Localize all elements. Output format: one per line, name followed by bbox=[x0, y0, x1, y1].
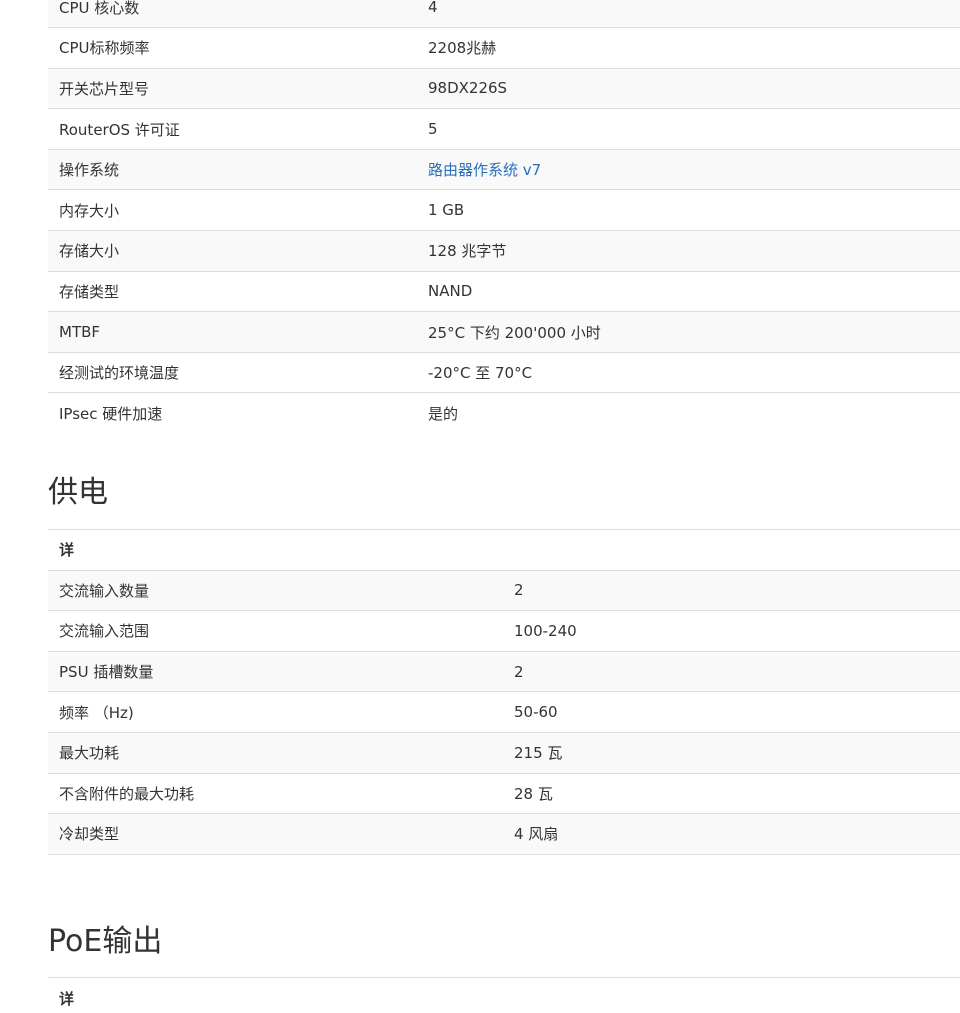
column-header: 详 bbox=[48, 977, 960, 1013]
table-row: 内存大小 1 GB bbox=[48, 189, 960, 232]
spec-label: 频率 （Hz) bbox=[48, 691, 504, 733]
spec-value: 100-240 bbox=[504, 610, 960, 652]
poe-section-title: PoE输出 bbox=[48, 924, 163, 959]
spec-label: MTBF bbox=[48, 311, 418, 353]
spec-value: 1 GB bbox=[418, 189, 960, 232]
table-header-row: 详 bbox=[48, 977, 960, 1013]
spec-label: RouterOS 许可证 bbox=[48, 108, 418, 150]
spec-label: 存储类型 bbox=[48, 271, 418, 313]
table-row: 开关芯片型号 98DX226S bbox=[48, 68, 960, 110]
spec-value: 2 bbox=[504, 651, 960, 693]
spec-value: NAND bbox=[418, 271, 960, 313]
spec-value: 4 风扇 bbox=[504, 813, 960, 855]
column-header: 详 bbox=[48, 529, 960, 571]
spec-label: PSU 插槽数量 bbox=[48, 651, 504, 693]
power-section-title: 供电 bbox=[48, 475, 108, 510]
spec-value: 5 bbox=[418, 108, 960, 150]
spec-value: 是的 bbox=[418, 392, 960, 434]
table-row: RouterOS 许可证 5 bbox=[48, 108, 960, 150]
spec-value: 128 兆字节 bbox=[418, 230, 960, 272]
spec-label: 不含附件的最大功耗 bbox=[48, 773, 504, 815]
spec-label: 内存大小 bbox=[48, 189, 418, 232]
spec-value: 4 bbox=[418, 0, 960, 29]
table-row: 频率 （Hz) 50-60 bbox=[48, 691, 960, 733]
table-row: MTBF 25°C 下约 200'000 小时 bbox=[48, 311, 960, 353]
spec-value: 25°C 下约 200'000 小时 bbox=[418, 311, 960, 353]
table-row: 交流输入范围 100-240 bbox=[48, 610, 960, 652]
product-spec-page: { "specs": { "rows": [ {"label": "CPU 核心… bbox=[0, 0, 960, 1013]
spec-value: 2 bbox=[504, 570, 960, 612]
spec-label: 经测试的环境温度 bbox=[48, 352, 418, 394]
table-row: 不含附件的最大功耗 28 瓦 bbox=[48, 773, 960, 815]
spec-value: 2208兆赫 bbox=[418, 27, 960, 69]
spec-label: 最大功耗 bbox=[48, 732, 504, 774]
table-row: CPU 核心数 4 bbox=[48, 0, 960, 29]
spec-label: 操作系统 bbox=[48, 149, 418, 191]
spec-label: 交流输入范围 bbox=[48, 610, 504, 652]
spec-label: 交流输入数量 bbox=[48, 570, 504, 612]
spec-label: IPsec 硬件加速 bbox=[48, 392, 418, 434]
spec-label: CPU 核心数 bbox=[48, 0, 418, 29]
table-row: 交流输入数量 2 bbox=[48, 570, 960, 612]
spec-label: CPU标称频率 bbox=[48, 27, 418, 69]
table-row: 存储大小 128 兆字节 bbox=[48, 230, 960, 272]
spec-label: 开关芯片型号 bbox=[48, 68, 418, 110]
spec-label: 冷却类型 bbox=[48, 813, 504, 855]
table-row: 操作系统 路由器作系统 v7 bbox=[48, 149, 960, 191]
table-row: 最大功耗 215 瓦 bbox=[48, 732, 960, 774]
os-link[interactable]: 路由器作系统 v7 bbox=[428, 161, 541, 179]
spec-value: 98DX226S bbox=[418, 68, 960, 110]
table-row: CPU标称频率 2208兆赫 bbox=[48, 27, 960, 69]
table-row: PSU 插槽数量 2 bbox=[48, 651, 960, 693]
spec-value: -20°C 至 70°C bbox=[418, 352, 960, 394]
spec-label: 存储大小 bbox=[48, 230, 418, 272]
general-specs-table: CPU 核心数 4 CPU标称频率 2208兆赫 开关芯片型号 98DX226S… bbox=[48, 0, 960, 434]
table-header-row: 详 bbox=[48, 529, 960, 571]
table-row: 经测试的环境温度 -20°C 至 70°C bbox=[48, 352, 960, 394]
table-row: 冷却类型 4 风扇 bbox=[48, 813, 960, 855]
table-row: 存储类型 NAND bbox=[48, 271, 960, 313]
power-specs-table: 详 交流输入数量 2 交流输入范围 100-240 PSU 插槽数量 2 频率 … bbox=[48, 529, 960, 855]
spec-value: 28 瓦 bbox=[504, 773, 960, 815]
spec-value: 50-60 bbox=[504, 691, 960, 733]
table-row: IPsec 硬件加速 是的 bbox=[48, 392, 960, 434]
poe-specs-table: 详 bbox=[48, 977, 960, 1013]
spec-value: 215 瓦 bbox=[504, 732, 960, 774]
